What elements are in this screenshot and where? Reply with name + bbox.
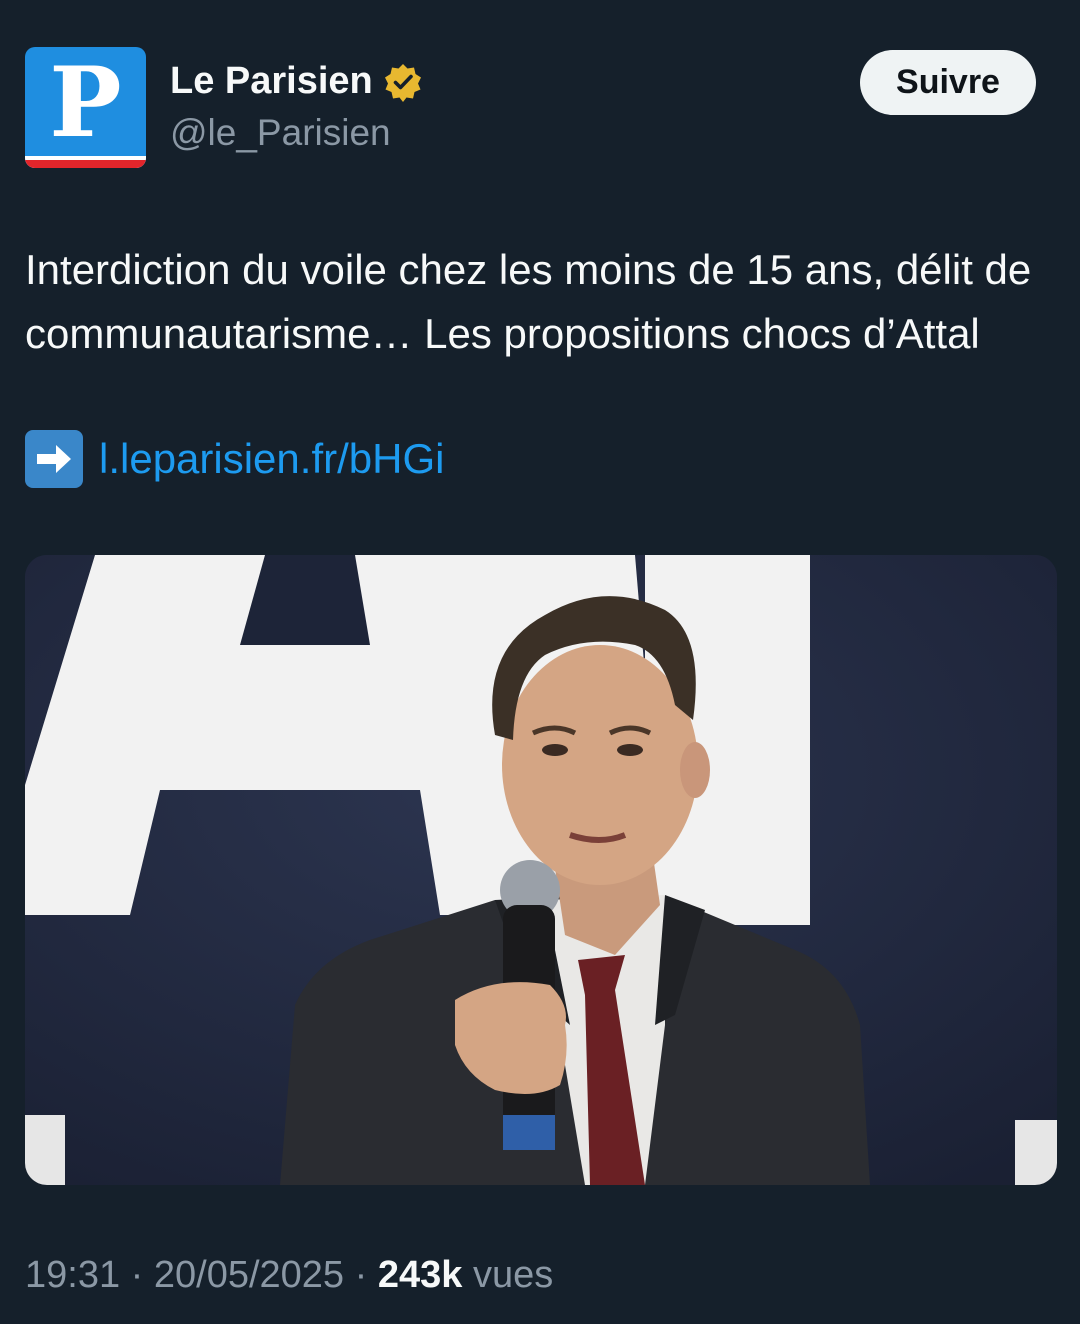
- account-handle[interactable]: @le_Parisien: [170, 112, 391, 154]
- tweet-meta: 19:31 · 20/05/2025 · 243k vues: [25, 1254, 553, 1297]
- right-arrow-icon: [25, 430, 83, 488]
- tweet-photo[interactable]: [25, 555, 1057, 1185]
- tweet-date[interactable]: 20/05/2025: [154, 1254, 344, 1296]
- avatar-red-stripe: [25, 160, 146, 168]
- tweet-link-row[interactable]: l.leparisien.fr/bHGi: [25, 430, 444, 488]
- account-name[interactable]: Le Parisien: [170, 60, 373, 103]
- account-avatar[interactable]: P: [25, 47, 146, 168]
- tweet-link[interactable]: l.leparisien.fr/bHGi: [99, 435, 444, 483]
- meta-separator: ·: [344, 1254, 378, 1296]
- speaker-photo-illustration: [25, 555, 1057, 1185]
- verified-badge-icon: [384, 63, 421, 102]
- meta-separator: ·: [120, 1254, 154, 1296]
- views-count: 243k: [377, 1254, 463, 1296]
- tweet-time: 19:31: [25, 1254, 121, 1296]
- account-name-row[interactable]: Le Parisien: [170, 60, 423, 103]
- views-label: vues: [472, 1254, 554, 1296]
- avatar-letter: P: [49, 47, 122, 159]
- tweet-text: Interdiction du voile chez les moins de …: [25, 246, 1032, 357]
- follow-button[interactable]: Suivre: [860, 50, 1036, 115]
